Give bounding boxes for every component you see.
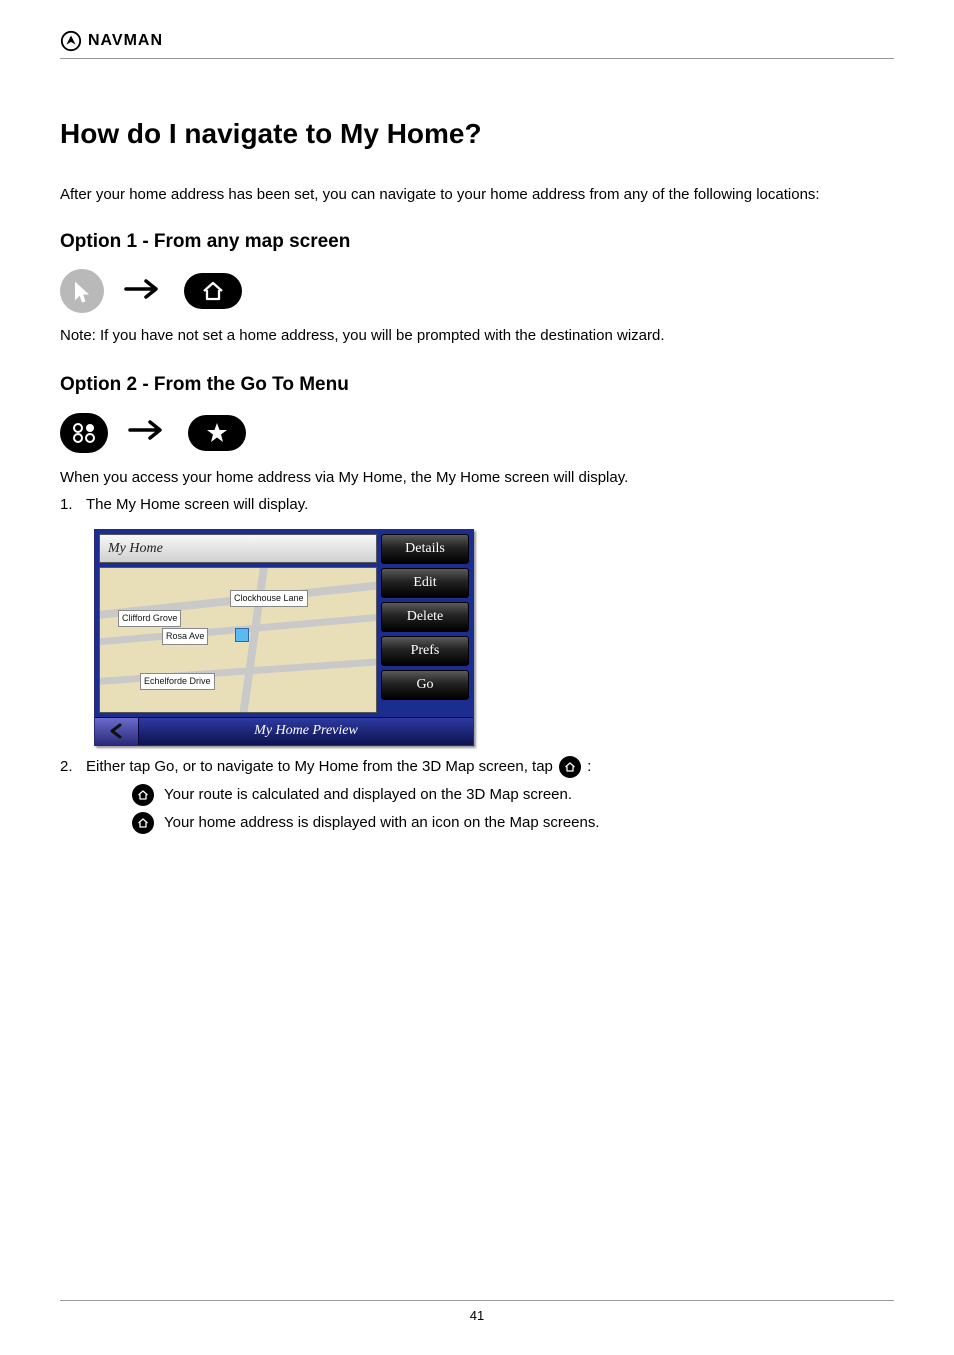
step-1-text: The My Home screen will display. — [86, 494, 308, 515]
map-tap-icon — [60, 269, 104, 313]
home-round-icon — [132, 784, 154, 806]
home-marker-icon — [235, 628, 249, 642]
page-title: How do I navigate to My Home? — [60, 114, 894, 153]
option2-icon-row — [60, 413, 894, 453]
sub-bullet-a: Your route is calculated and displayed o… — [130, 784, 894, 806]
step-number: 2. — [60, 756, 86, 778]
device-screenshot: My Home Clockhouse Lane Clifford Grove R… — [94, 529, 894, 746]
map-label-clifford: Clifford Grove — [118, 610, 181, 627]
device-frame: My Home Clockhouse Lane Clifford Grove R… — [94, 529, 474, 746]
step-2-text-before: Either tap Go, or to navigate to My Home… — [86, 758, 557, 775]
sub-bullets: Your route is calculated and displayed o… — [130, 784, 894, 834]
details-button[interactable]: Details — [381, 534, 469, 564]
edit-button[interactable]: Edit — [381, 568, 469, 598]
device-footer-title: My Home Preview — [139, 718, 473, 745]
home-round-icon — [559, 756, 581, 778]
menu-icon — [60, 413, 108, 453]
delete-button[interactable]: Delete — [381, 602, 469, 632]
step-2-text: Either tap Go, or to navigate to My Home… — [86, 756, 591, 778]
page-number: 41 — [60, 1300, 894, 1325]
intro-text: After your home address has been set, yo… — [60, 184, 820, 205]
star-pill-icon — [188, 415, 246, 451]
option2-heading: Option 2 - From the Go To Menu — [60, 372, 894, 399]
option1-icon-row — [60, 269, 894, 313]
sub-bullet-b: Your home address is displayed with an i… — [130, 812, 894, 834]
prefs-button[interactable]: Prefs — [381, 636, 469, 666]
navman-logo-icon — [60, 30, 82, 52]
chevron-left-icon — [108, 723, 126, 739]
step-number: 1. — [60, 494, 86, 515]
sub-bullet-b-text: Your home address is displayed with an i… — [164, 812, 600, 833]
map-label-echelforde: Echelforde Drive — [140, 673, 215, 690]
page-header: NAVMAN — [60, 30, 894, 59]
step-2: 2. Either tap Go, or to navigate to My H… — [60, 756, 894, 778]
sub-bullet-a-text: Your route is calculated and displayed o… — [164, 784, 572, 805]
home-pill-icon — [184, 273, 242, 309]
go-button[interactable]: Go — [381, 670, 469, 700]
home-round-icon — [132, 812, 154, 834]
option3-intro: When you access your home address via My… — [60, 467, 894, 488]
step-1: 1. The My Home screen will display. — [60, 494, 894, 515]
back-button[interactable] — [95, 718, 139, 745]
option1-heading: Option 1 - From any map screen — [60, 229, 894, 256]
brand-logo: NAVMAN — [60, 30, 163, 52]
step-2-text-after: : — [587, 758, 591, 775]
brand-name: NAVMAN — [88, 30, 163, 52]
device-title-field[interactable]: My Home — [99, 534, 377, 564]
map-label-clockhouse: Clockhouse Lane — [230, 590, 308, 607]
arrow-icon — [128, 413, 168, 452]
option1-note: Note: If you have not set a home address… — [60, 325, 894, 346]
device-map[interactable]: Clockhouse Lane Clifford Grove Rosa Ave … — [99, 567, 377, 712]
map-label-rosa: Rosa Ave — [162, 628, 208, 645]
arrow-icon — [124, 272, 164, 311]
